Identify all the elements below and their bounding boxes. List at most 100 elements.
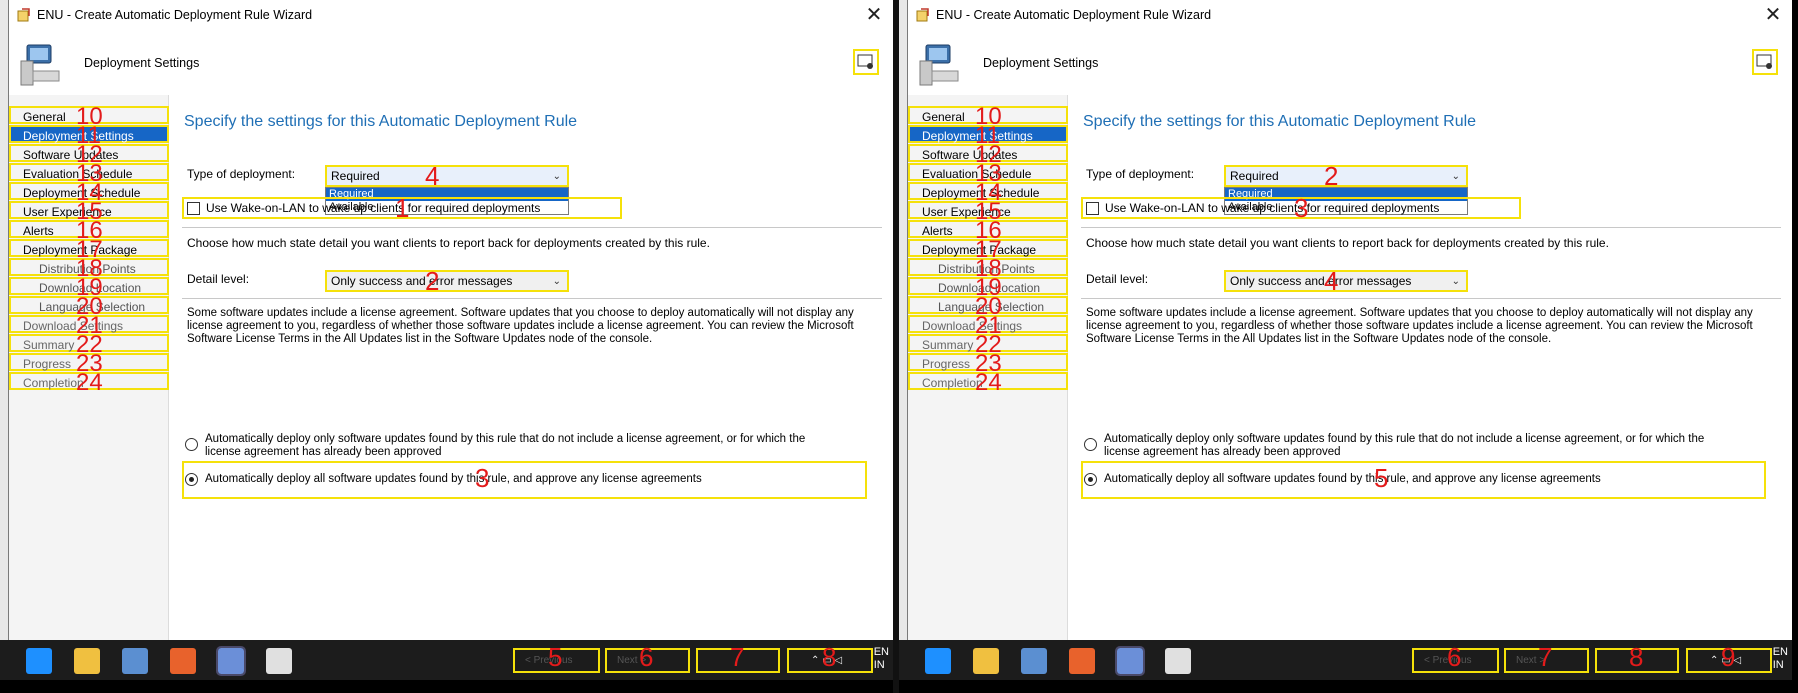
nav-item-language-selection[interactable]: Language Selection 20 (908, 295, 1068, 319)
nav-item-software-updates[interactable]: Software Updates 12 (9, 143, 169, 167)
nav-item-label: User Experience (23, 205, 112, 219)
nav-item-language-selection[interactable]: Language Selection 20 (9, 295, 169, 319)
next-button[interactable]: Next > (605, 648, 690, 673)
nav-item-general[interactable]: General 10 (9, 105, 169, 129)
nav-item-label: Language Selection (938, 300, 1045, 314)
nav-item-distribution-points[interactable]: Distribution Points 18 (9, 257, 169, 281)
nav-item-alerts[interactable]: Alerts 16 (9, 219, 169, 243)
document-icon[interactable] (1165, 648, 1191, 674)
close-icon[interactable]: ✕ (861, 2, 887, 28)
system-tray[interactable]: ⌃ ▭ ◁ (1686, 648, 1772, 673)
internet-explorer-icon[interactable] (925, 648, 951, 674)
nav-item-label: Alerts (922, 224, 953, 238)
taskbar-slot[interactable] (1595, 648, 1679, 673)
nav-item-label: Completion (23, 376, 84, 390)
wizard-icon (916, 8, 930, 22)
wake-on-lan-checkbox[interactable] (1086, 202, 1099, 215)
deploy-all-radio[interactable] (1084, 473, 1097, 486)
type-of-deployment-select[interactable]: Required ⌄ (325, 165, 569, 187)
nav-item-label: Language Selection (39, 300, 146, 314)
config-manager-icon[interactable] (1115, 646, 1145, 676)
screen-bottom (899, 680, 1792, 693)
nav-item-label: Deployment Package (23, 243, 138, 257)
title-bar: ENU - Create Automatic Deployment Rule W… (908, 0, 1792, 31)
nav-item-deployment-schedule[interactable]: Deployment Schedule 14 (9, 181, 169, 205)
nav-item-general[interactable]: General 10 (908, 105, 1068, 129)
help-icon[interactable] (853, 49, 879, 75)
nav-item-deployment-settings[interactable]: Deployment Settings 11 (9, 124, 169, 148)
help-icon[interactable] (1752, 49, 1778, 75)
ubuntu-icon[interactable] (170, 648, 196, 674)
nav-item-alerts[interactable]: Alerts 16 (908, 219, 1068, 243)
document-icon[interactable] (266, 648, 292, 674)
nav-item-label: Evaluation Schedule (23, 167, 133, 181)
file-explorer-icon[interactable] (74, 648, 100, 674)
deploy-no-license-radio[interactable] (185, 438, 198, 451)
ubuntu-icon[interactable] (1069, 648, 1095, 674)
nav-item-evaluation-schedule[interactable]: Evaluation Schedule 13 (908, 162, 1068, 186)
nav-item-summary[interactable]: Summary 22 (908, 333, 1068, 357)
language-indicator[interactable]: EN IN (1773, 646, 1788, 672)
nav-item-deployment-package[interactable]: Deployment Package 17 (908, 238, 1068, 262)
wake-on-lan-checkbox[interactable] (187, 202, 200, 215)
nav-item-completion[interactable]: Completion 24 (9, 371, 169, 395)
nav-item-download-settings[interactable]: Download Settings 21 (908, 314, 1068, 338)
language-indicator[interactable]: EN IN (874, 646, 889, 672)
nav-item-deployment-schedule[interactable]: Deployment Schedule 14 (908, 181, 1068, 205)
window-title: ENU - Create Automatic Deployment Rule W… (37, 8, 313, 22)
language-en: EN (1772, 646, 1788, 658)
title-bar: ENU - Create Automatic Deployment Rule W… (9, 0, 893, 31)
detail-level-value: Only success and error messages (1230, 274, 1412, 288)
nav-item-deployment-package[interactable]: Deployment Package 17 (9, 238, 169, 262)
nav-item-completion[interactable]: Completion 24 (908, 371, 1068, 395)
previous-button[interactable]: < Previous (513, 648, 600, 673)
type-of-deployment-label: Type of deployment: (187, 167, 296, 181)
server-manager-icon[interactable] (122, 648, 148, 674)
previous-button[interactable]: < Previous (1412, 648, 1499, 673)
type-of-deployment-select[interactable]: Required ⌄ (1224, 165, 1468, 187)
detail-level-select[interactable]: Only success and error messages ⌄ (1224, 270, 1468, 292)
wizard-header: Deployment Settings (9, 31, 893, 95)
nav-item-download-settings[interactable]: Download Settings 21 (9, 314, 169, 338)
deploy-all-radio[interactable] (185, 473, 198, 486)
internet-explorer-icon[interactable] (26, 648, 52, 674)
nav-item-evaluation-schedule[interactable]: Evaluation Schedule 13 (9, 162, 169, 186)
nav-item-progress[interactable]: Progress 23 (908, 352, 1068, 376)
nav-item-summary[interactable]: Summary 22 (9, 333, 169, 357)
nav-item-deployment-settings[interactable]: Deployment Settings 11 (908, 124, 1068, 148)
nav-item-download-location[interactable]: Download Location 19 (908, 276, 1068, 300)
type-of-deployment-value: Required (331, 169, 380, 183)
nav-item-user-experience[interactable]: User Experience 15 (908, 200, 1068, 224)
nav-item-distribution-points[interactable]: Distribution Points 18 (908, 257, 1068, 281)
close-icon[interactable]: ✕ (1760, 2, 1786, 28)
file-explorer-icon[interactable] (973, 648, 999, 674)
nav-item-download-location[interactable]: Download Location 19 (9, 276, 169, 300)
nav-item-software-updates[interactable]: Software Updates 12 (908, 143, 1068, 167)
server-manager-icon[interactable] (1021, 648, 1047, 674)
next-button[interactable]: Next > (1504, 648, 1589, 673)
system-tray[interactable]: ⌃ ▭ ◁ (787, 648, 873, 673)
page-title: Deployment Settings (84, 56, 200, 70)
nav-item-label: Distribution Points (39, 262, 136, 276)
deploy-all-label: Automatically deploy all software update… (1104, 473, 1601, 485)
type-of-deployment-value: Required (1230, 169, 1279, 183)
wizard-nav: General 10 Deployment Settings 11 Software U… (9, 95, 169, 640)
wizard-nav: General 10 Deployment Settings 11 Software U… (908, 95, 1068, 640)
nav-item-label: Distribution Points (938, 262, 1035, 276)
wizard-icon (17, 8, 31, 22)
chevron-down-icon: ⌄ (1451, 276, 1460, 287)
detail-level-select[interactable]: Only success and error messages ⌄ (325, 270, 569, 292)
wizard-window: ENU - Create Automatic Deployment Rule W… (907, 0, 1792, 640)
nav-item-progress[interactable]: Progress 23 (9, 352, 169, 376)
language-in: IN (873, 659, 885, 671)
config-manager-icon[interactable] (216, 646, 246, 676)
taskbar: < Previous 6 Next >7 8 ⌃ ▭ ◁ 9 EN IN (899, 640, 1792, 680)
tray-icons: ⌃ ▭ ◁ (811, 655, 843, 666)
nav-item-label: Download Location (39, 281, 142, 295)
deploy-no-license-radio[interactable] (1084, 438, 1097, 451)
divider (182, 298, 882, 299)
taskbar-slot[interactable] (696, 648, 780, 673)
nav-item-label: Deployment Schedule (922, 186, 1040, 200)
page-title: Deployment Settings (983, 56, 1099, 70)
nav-item-user-experience[interactable]: User Experience 15 (9, 200, 169, 224)
